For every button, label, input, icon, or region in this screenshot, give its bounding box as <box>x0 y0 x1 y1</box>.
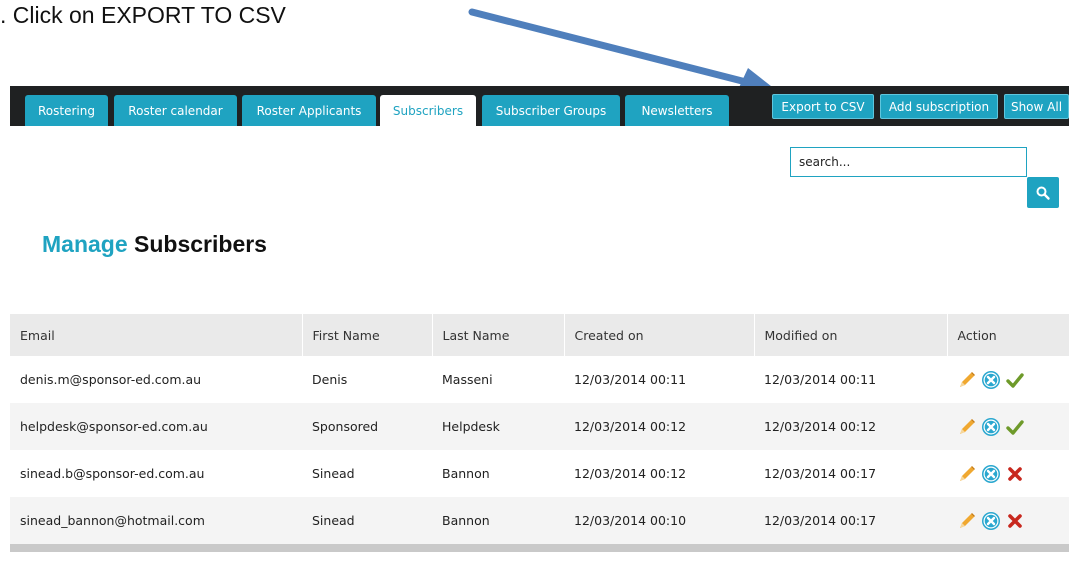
delete-circle-x-icon[interactable] <box>981 417 1001 437</box>
column-header-created-on[interactable]: Created on <box>564 314 755 356</box>
tab-newsletters[interactable]: Newsletters <box>625 95 729 126</box>
delete-circle-x-icon[interactable] <box>981 464 1001 484</box>
table-row: sinead.b@sponsor-ed.com.au Sinead Bannon… <box>10 450 1069 497</box>
column-header-first-name[interactable]: First Name <box>302 314 433 356</box>
cell-actions <box>947 356 1069 403</box>
tab-label: Newsletters <box>641 103 713 118</box>
active-check-icon[interactable] <box>1005 370 1025 390</box>
column-header-last-name[interactable]: Last Name <box>432 314 565 356</box>
cell-email: helpdesk@sponsor-ed.com.au <box>10 403 302 450</box>
show-all-button[interactable]: Show All <box>1004 94 1069 119</box>
cell-actions <box>947 450 1069 497</box>
table-row: denis.m@sponsor-ed.com.au Denis Masseni … <box>10 356 1069 403</box>
edit-pencil-icon[interactable] <box>957 370 977 390</box>
cell-last-name: Bannon <box>432 497 564 544</box>
tab-roster-applicants[interactable]: Roster Applicants <box>242 95 376 126</box>
cell-modified-on: 12/03/2014 00:11 <box>764 372 877 387</box>
row-actions <box>957 370 1069 390</box>
tab-label: Subscribers <box>392 103 464 118</box>
cell-last-name: Masseni <box>442 372 493 387</box>
cell-modified-on: 12/03/2014 00:12 <box>754 403 947 450</box>
add-subscription-button[interactable]: Add subscription <box>880 94 998 119</box>
cell-first-name: Denis <box>312 372 348 387</box>
cell-modified-on: 12/03/2014 00:17 <box>764 466 877 481</box>
table-header-row: Email First Name Last Name Created on Mo… <box>10 314 1069 356</box>
tab-subscribers[interactable]: Subscribers <box>380 95 476 126</box>
tab-label: Roster Applicants <box>256 103 362 118</box>
edit-pencil-icon[interactable] <box>957 511 977 531</box>
cell-last-name: Helpdesk <box>432 403 564 450</box>
edit-pencil-icon[interactable] <box>957 417 977 437</box>
cell-created-on: 12/03/2014 00:12 <box>574 466 687 481</box>
cell-last-name: Bannon <box>442 466 490 481</box>
cell-first-name: Sponsored <box>302 403 432 450</box>
page-title: Manage Subscribers <box>42 231 267 258</box>
cell-email: sinead_bannon@hotmail.com <box>10 497 302 544</box>
row-actions <box>957 511 1069 531</box>
table-row: sinead_bannon@hotmail.com Sinead Bannon … <box>10 497 1069 544</box>
cell-email: denis.m@sponsor-ed.com.au <box>20 372 202 387</box>
tab-label: Roster calendar <box>128 103 223 118</box>
page-title-accent: Manage <box>42 231 128 257</box>
cell-first-name: Sinead <box>312 466 355 481</box>
cell-created-on: 12/03/2014 00:12 <box>564 403 754 450</box>
cell-actions <box>947 403 1069 450</box>
active-check-icon[interactable] <box>1005 417 1025 437</box>
inactive-cross-icon[interactable] <box>1005 464 1025 484</box>
search-input[interactable] <box>790 147 1027 177</box>
table-row: helpdesk@sponsor-ed.com.au Sponsored Hel… <box>10 403 1069 450</box>
edit-pencil-icon[interactable] <box>957 464 977 484</box>
page-title-rest: Subscribers <box>134 231 267 257</box>
delete-circle-x-icon[interactable] <box>981 511 1001 531</box>
row-actions <box>957 417 1069 437</box>
top-navigation-bar: Rostering Roster calendar Roster Applica… <box>10 86 1069 126</box>
inactive-cross-icon[interactable] <box>1005 511 1025 531</box>
search-button[interactable] <box>1027 177 1059 208</box>
cell-modified-on: 12/03/2014 00:17 <box>754 497 947 544</box>
export-to-csv-button[interactable]: Export to CSV <box>772 94 874 119</box>
cell-actions <box>947 497 1069 544</box>
tab-label: Rostering <box>38 103 95 118</box>
instruction-text: . Click on EXPORT TO CSV <box>0 2 286 28</box>
column-header-email[interactable]: Email <box>10 314 303 356</box>
cell-first-name: Sinead <box>302 497 432 544</box>
subscribers-table: Email First Name Last Name Created on Mo… <box>10 314 1069 552</box>
tab-subscriber-groups[interactable]: Subscriber Groups <box>482 95 620 126</box>
column-header-modified-on[interactable]: Modified on <box>754 314 948 356</box>
delete-circle-x-icon[interactable] <box>981 370 1001 390</box>
cell-email: sinead.b@sponsor-ed.com.au <box>20 466 205 481</box>
cell-created-on: 12/03/2014 00:10 <box>564 497 754 544</box>
tab-rostering[interactable]: Rostering <box>25 95 108 126</box>
table-footer-bar <box>10 544 1069 552</box>
cell-created-on: 12/03/2014 00:11 <box>574 372 687 387</box>
tab-label: Subscriber Groups <box>495 103 607 118</box>
search-icon <box>1036 186 1050 200</box>
tab-roster-calendar[interactable]: Roster calendar <box>114 95 237 126</box>
column-header-action: Action <box>947 314 1069 356</box>
row-actions <box>957 464 1069 484</box>
